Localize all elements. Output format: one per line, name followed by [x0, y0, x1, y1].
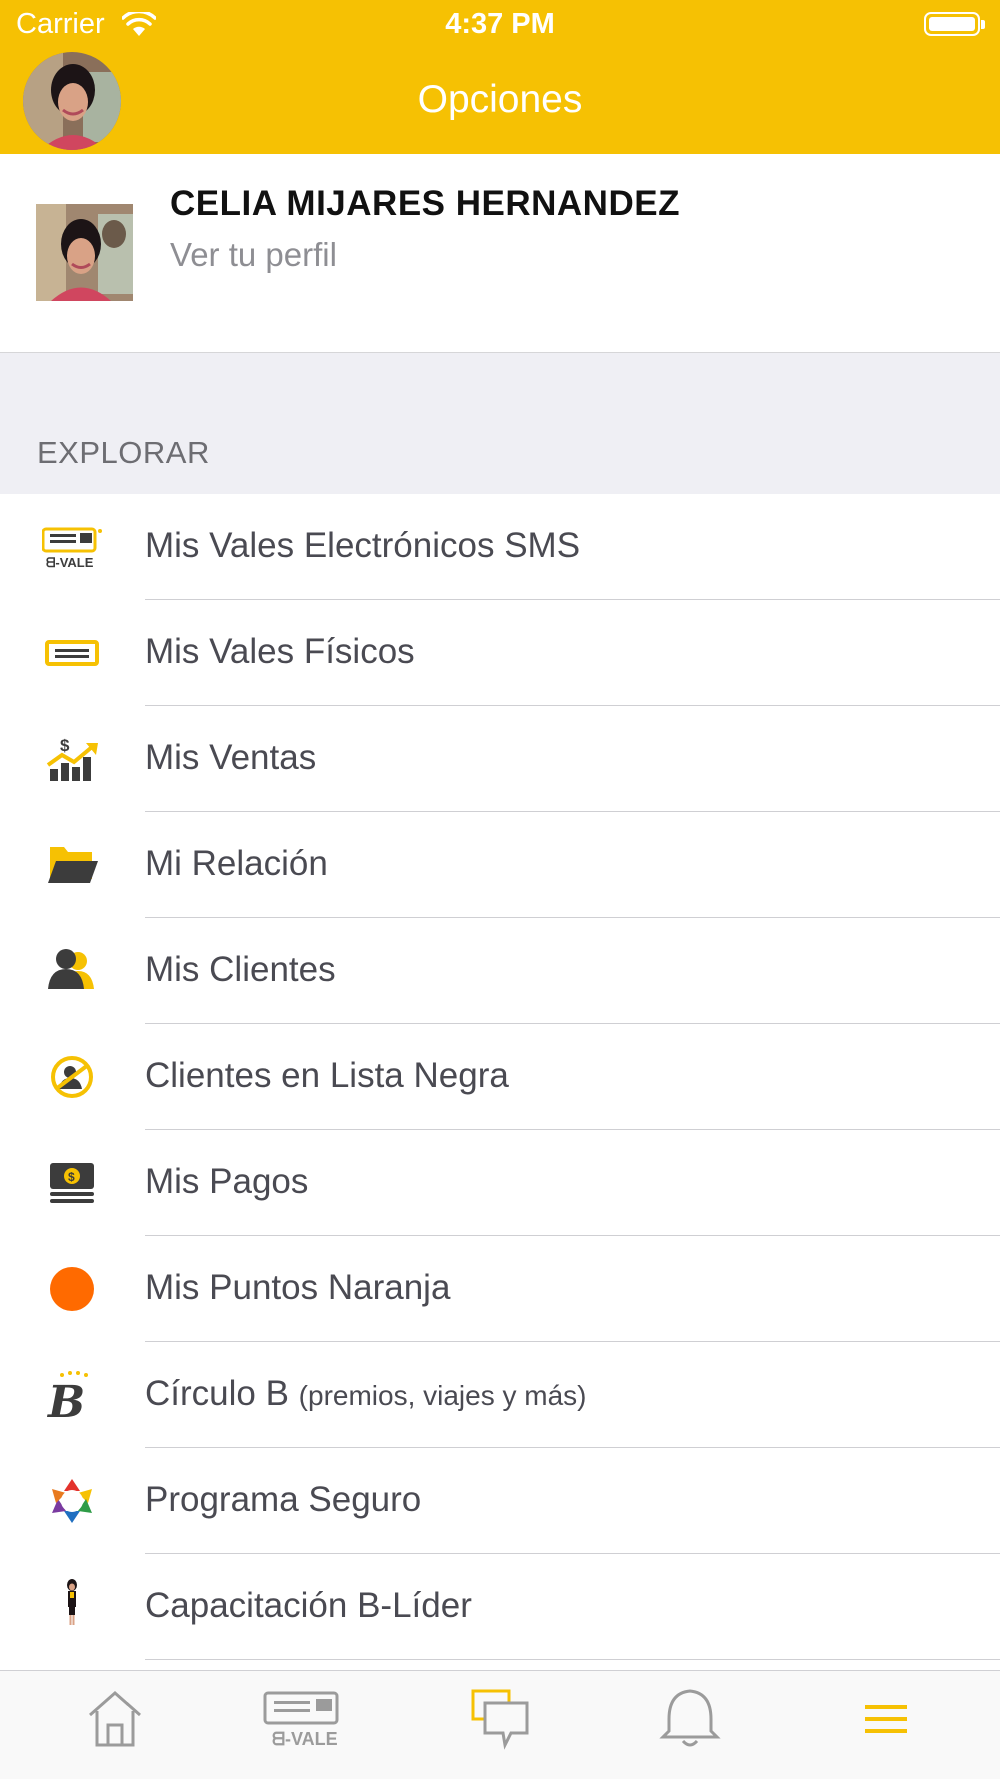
battery-icon	[924, 12, 985, 36]
menu-item-label: Círculo B (premios, viajes y más)	[145, 1374, 587, 1414]
orange-dot-icon	[50, 1267, 94, 1311]
tab-home[interactable]	[70, 1685, 160, 1751]
menu-item-label: Mis Pagos	[145, 1162, 309, 1201]
svg-text:B: B	[46, 1377, 85, 1419]
menu-item-vales-electronicos[interactable]: ᗺ-VALE Mis Vales Electrónicos SMS	[0, 494, 1000, 600]
tab-notifications[interactable]	[645, 1685, 735, 1751]
tab-options[interactable]	[840, 1685, 930, 1751]
menu-item-relacion[interactable]: Mi Relación	[0, 812, 1000, 918]
menu-item-puntos-naranja[interactable]: Mis Puntos Naranja	[0, 1236, 1000, 1342]
menu-item-vales-fisicos[interactable]: Mis Vales Físicos	[0, 600, 1000, 706]
profile-photo	[36, 204, 133, 301]
svg-text:ᗺ-VALE: ᗺ-VALE	[46, 555, 94, 570]
menu-item-label: Mis Ventas	[145, 738, 317, 777]
voucher-icon	[45, 640, 99, 666]
bell-icon	[659, 1689, 721, 1747]
menu-item-label: Mis Vales Físicos	[145, 632, 415, 671]
page-title: Opciones	[417, 78, 583, 121]
chat-icon	[471, 1689, 529, 1750]
money-icon: $	[50, 1163, 94, 1203]
bvale-sms-icon: ᗺ-VALE	[42, 527, 102, 570]
menu-item-circulo-b[interactable]: B Círculo B (premios, viajes y más)	[0, 1342, 1000, 1448]
menu-icon	[865, 1705, 907, 1733]
tab-messages[interactable]	[455, 1685, 545, 1751]
clients-icon	[48, 949, 94, 989]
menu-item-label: Capacitación B-Líder	[145, 1586, 472, 1625]
home-icon	[89, 1691, 141, 1747]
menu-item-subtitle: (premios, viajes y más)	[298, 1380, 587, 1411]
profile-name: CELIA MIJARES HERNANDEZ	[170, 184, 680, 223]
circulo-b-icon: B	[46, 1371, 88, 1419]
clock: 4:37 PM	[445, 8, 555, 40]
menu-item-lista-negra[interactable]: Clientes en Lista Negra	[0, 1024, 1000, 1130]
menu-item-label: Mis Vales Electrónicos SMS	[145, 526, 581, 565]
menu-item-label: Mis Clientes	[145, 950, 336, 989]
folder-icon	[48, 847, 98, 883]
section-header: EXPLORAR	[0, 353, 1000, 494]
divider	[145, 1659, 1000, 1660]
menu-item-title: Círculo B	[145, 1374, 289, 1413]
menu-item-label: Clientes en Lista Negra	[145, 1056, 509, 1095]
bvale-icon: ᗺ-VALE	[263, 1691, 339, 1749]
svg-text:ᗺ-VALE: ᗺ-VALE	[272, 1729, 338, 1749]
top-bar: Carrier 4:37 PM Opciones	[0, 0, 1000, 154]
menu-item-programa-seguro[interactable]: Programa Seguro	[0, 1448, 1000, 1554]
profile-row[interactable]: CELIA MIJARES HERNANDEZ Ver tu perfil	[0, 154, 1000, 353]
sales-chart-icon: $	[46, 736, 98, 781]
options-menu: ᗺ-VALE Mis Vales Electrónicos SMS Mis Va…	[0, 494, 1000, 1660]
menu-item-pagos[interactable]: $ Mis Pagos	[0, 1130, 1000, 1236]
menu-item-ventas[interactable]: $ Mis Ventas	[0, 706, 1000, 812]
menu-item-label: Mi Relación	[145, 844, 328, 883]
blacklist-icon	[51, 1056, 93, 1098]
programa-seguro-icon	[52, 1479, 92, 1523]
menu-item-capacitacion[interactable]: Capacitación B-Líder	[0, 1554, 1000, 1660]
menu-item-label: Programa Seguro	[145, 1480, 422, 1519]
leader-figure-icon	[67, 1579, 77, 1625]
tab-bvale[interactable]: ᗺ-VALE	[260, 1685, 350, 1751]
status-bar: Carrier 4:37 PM	[0, 0, 1000, 50]
menu-item-clientes[interactable]: Mis Clientes	[0, 918, 1000, 1024]
view-profile-link[interactable]: Ver tu perfil	[170, 236, 337, 274]
section-label-explorar: EXPLORAR	[37, 435, 210, 470]
svg-text:$: $	[60, 736, 70, 755]
menu-item-label: Mis Puntos Naranja	[145, 1268, 451, 1307]
svg-text:$: $	[68, 1170, 75, 1184]
tab-bar: ᗺ-VALE	[0, 1670, 1000, 1779]
